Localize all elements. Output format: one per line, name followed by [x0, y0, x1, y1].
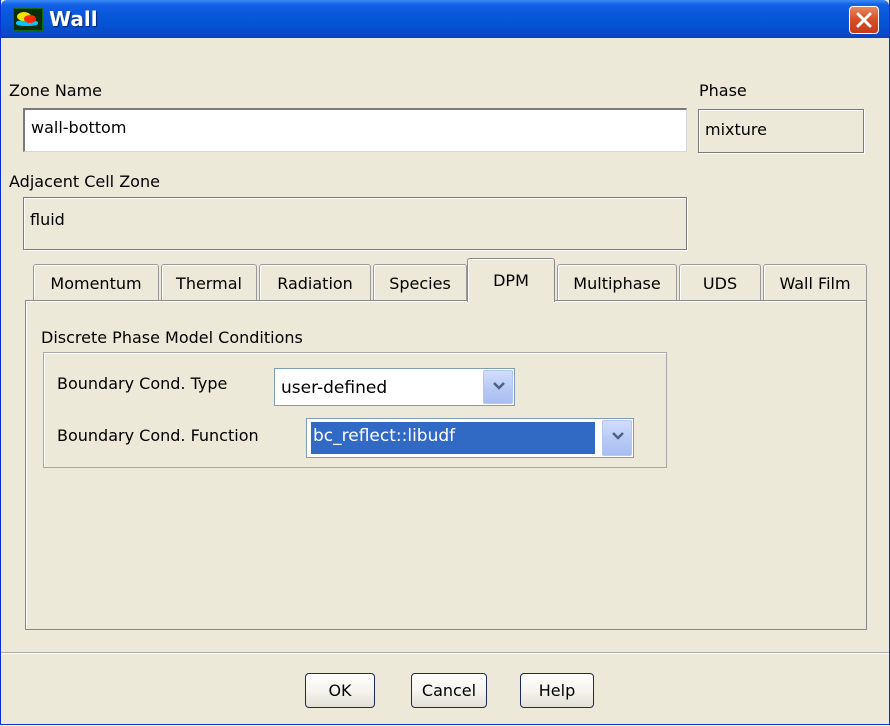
- tab-momentum[interactable]: Momentum: [33, 264, 159, 300]
- zone-name-label: Zone Name: [9, 81, 103, 100]
- phase-field: mixture: [698, 109, 864, 153]
- window-title: Wall: [49, 7, 98, 31]
- phase-label: Phase: [699, 81, 747, 100]
- bc-function-label: Boundary Cond. Function: [57, 426, 259, 445]
- tab-radiation[interactable]: Radiation: [259, 264, 371, 300]
- tab-thermal[interactable]: Thermal: [161, 264, 257, 300]
- chevron-down-icon: [493, 382, 505, 390]
- wall-dialog: Wall Zone Name wall-bottom Phase mixture…: [0, 0, 890, 725]
- footer-divider: [1, 652, 889, 654]
- tab-species[interactable]: Species: [373, 264, 467, 300]
- fluent-app-icon: [13, 8, 43, 31]
- bc-function-value: bc_reflect::libudf: [311, 422, 595, 454]
- title-bar[interactable]: Wall: [1, 0, 889, 38]
- chevron-down-icon: [612, 432, 624, 440]
- close-icon: [856, 12, 872, 28]
- bc-type-dropdown[interactable]: user-defined: [274, 368, 515, 406]
- bc-function-dropdown-button[interactable]: [602, 420, 632, 456]
- bc-function-dropdown[interactable]: bc_reflect::libudf: [306, 418, 634, 458]
- ok-button[interactable]: OK: [305, 673, 375, 708]
- dpm-group-title: Discrete Phase Model Conditions: [41, 328, 303, 347]
- cancel-button[interactable]: Cancel: [411, 673, 487, 708]
- adjacent-cell-zone-field: fluid: [23, 197, 687, 250]
- tab-dpm[interactable]: DPM: [467, 258, 555, 302]
- adjacent-cell-zone-label: Adjacent Cell Zone: [9, 172, 160, 191]
- tab-wall-film[interactable]: Wall Film: [763, 264, 867, 300]
- help-button[interactable]: Help: [520, 673, 594, 708]
- bc-type-dropdown-button[interactable]: [483, 370, 513, 404]
- close-button[interactable]: [849, 6, 879, 34]
- zone-name-input[interactable]: wall-bottom: [23, 108, 687, 152]
- tab-multiphase[interactable]: Multiphase: [557, 264, 677, 300]
- bc-type-label: Boundary Cond. Type: [57, 374, 228, 393]
- tab-uds[interactable]: UDS: [679, 264, 761, 300]
- bc-type-value: user-defined: [281, 378, 388, 398]
